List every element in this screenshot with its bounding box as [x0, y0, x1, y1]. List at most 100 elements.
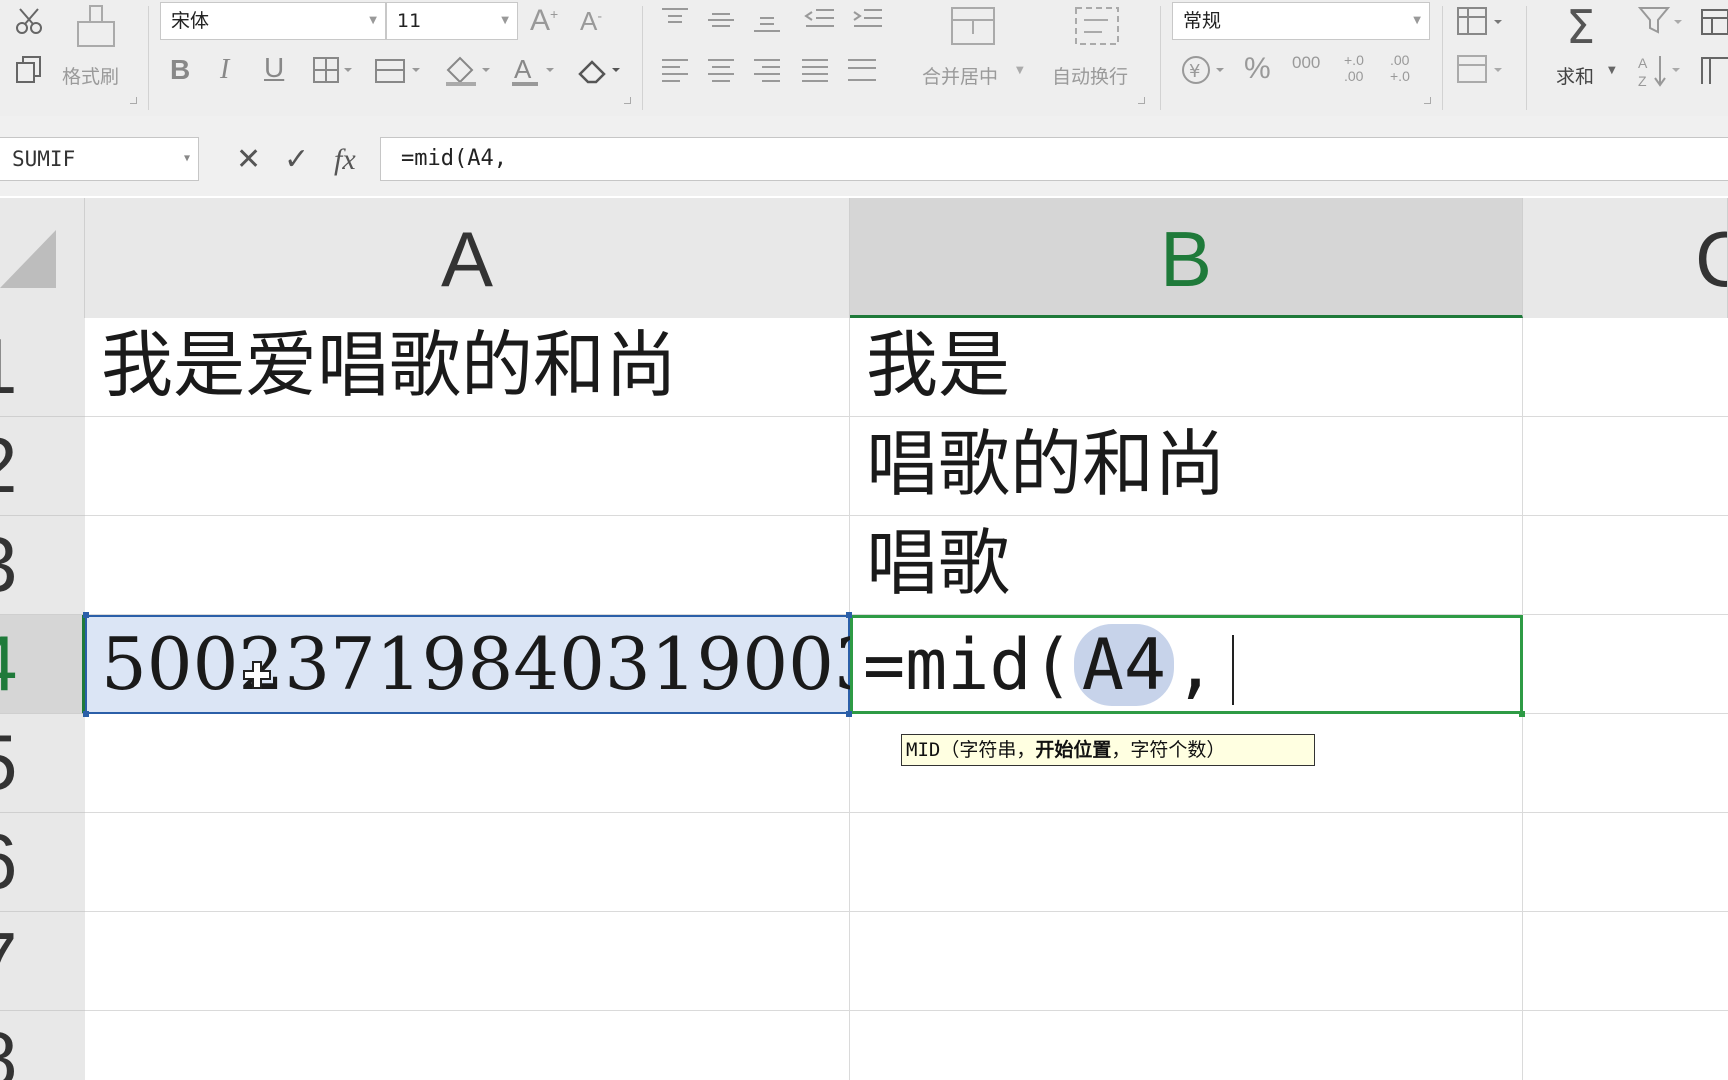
- sum-label[interactable]: 求和: [1556, 62, 1594, 89]
- merge-center-icon[interactable]: [950, 6, 996, 46]
- merge-center-label[interactable]: 合并居中: [922, 62, 998, 89]
- cut-icon[interactable]: [14, 6, 44, 36]
- cell-a1[interactable]: 我是爱唱歌的和尚: [85, 318, 850, 417]
- clipboard-group-launcher[interactable]: [130, 97, 137, 104]
- formula-input[interactable]: =mid(A4,: [380, 137, 1728, 181]
- increase-font-size-icon[interactable]: A+: [530, 6, 558, 36]
- freeze-panes-icon[interactable]: [1700, 56, 1728, 86]
- cell-b6[interactable]: [850, 813, 1523, 912]
- row-header-1[interactable]: 1: [0, 318, 85, 417]
- row-header-3[interactable]: 3: [0, 516, 85, 615]
- cell-a6[interactable]: [85, 813, 850, 912]
- align-top-icon[interactable]: [660, 6, 690, 32]
- percent-icon[interactable]: %: [1244, 54, 1271, 84]
- conditional-format-icon[interactable]: [1456, 6, 1508, 38]
- underline-icon[interactable]: U: [264, 54, 284, 82]
- cell-b1[interactable]: 我是: [850, 318, 1523, 417]
- select-all-corner[interactable]: [0, 198, 85, 318]
- font-group-launcher[interactable]: [624, 97, 631, 104]
- fill-color-icon[interactable]: [442, 54, 494, 88]
- row-header-6[interactable]: 6: [0, 813, 85, 912]
- cell-a7[interactable]: [85, 912, 850, 1011]
- currency-icon[interactable]: ¥: [1180, 54, 1230, 88]
- selection-handle[interactable]: [83, 711, 89, 717]
- borders-icon[interactable]: [312, 56, 354, 86]
- cell-c8[interactable]: [1523, 1011, 1728, 1080]
- number-group-launcher[interactable]: [1424, 97, 1431, 104]
- cell-a4[interactable]: 500237198403190032: [85, 615, 926, 714]
- insert-function-icon[interactable]: fx: [334, 140, 356, 180]
- cell-c3[interactable]: [1523, 516, 1728, 615]
- increase-indent-icon[interactable]: [852, 6, 884, 32]
- selection-handle[interactable]: [83, 612, 89, 618]
- sum-icon[interactable]: Σ: [1566, 4, 1595, 50]
- cell-a3[interactable]: [85, 516, 850, 615]
- format-painter-icon[interactable]: [74, 4, 120, 50]
- decrease-indent-icon[interactable]: [804, 6, 836, 32]
- chevron-down-icon[interactable]: ▼: [1608, 66, 1616, 76]
- selection-handle[interactable]: [846, 612, 852, 618]
- row-header-5[interactable]: 5: [0, 714, 85, 813]
- selection-handle[interactable]: [846, 711, 852, 717]
- align-left-icon[interactable]: [660, 56, 690, 84]
- cell-a5[interactable]: [85, 714, 850, 813]
- cell-a8[interactable]: [85, 1011, 850, 1080]
- cell-b2[interactable]: 唱歌的和尚: [850, 417, 1523, 516]
- increase-decimal-icon[interactable]: +.0 .00: [1344, 52, 1374, 84]
- font-color-icon[interactable]: A: [510, 54, 562, 88]
- wrap-text-label[interactable]: 自动换行: [1052, 62, 1128, 89]
- column-header-c[interactable]: C: [1523, 198, 1728, 318]
- cell-c2[interactable]: [1523, 417, 1728, 516]
- cell-b8[interactable]: [850, 1011, 1523, 1080]
- row-header-4[interactable]: 4: [0, 615, 85, 714]
- tooltip-arg-text[interactable]: ，字符个数）: [1111, 739, 1225, 761]
- number-format-select[interactable]: 常规 ▼: [1172, 2, 1430, 40]
- italic-icon[interactable]: I: [220, 56, 229, 84]
- decrease-decimal-icon[interactable]: .00 +.0: [1390, 52, 1420, 84]
- align-bottom-icon[interactable]: [752, 6, 782, 34]
- cell-a2[interactable]: [85, 417, 850, 516]
- column-header-b[interactable]: B: [850, 198, 1523, 318]
- confirm-icon[interactable]: ✓: [284, 140, 309, 180]
- cell-b3[interactable]: 唱歌: [850, 516, 1523, 615]
- cell-c4[interactable]: [1523, 615, 1728, 714]
- row-header-8[interactable]: 8: [0, 1011, 85, 1080]
- row-header-7[interactable]: 7: [0, 912, 85, 1011]
- align-right-icon[interactable]: [752, 56, 782, 84]
- chevron-down-icon[interactable]: ▼: [1016, 66, 1024, 76]
- wrap-text-icon[interactable]: [1074, 6, 1120, 46]
- format-cells-icon[interactable]: [1700, 8, 1728, 38]
- font-name-select[interactable]: 宋体 ▼: [160, 2, 386, 40]
- cell-c5[interactable]: [1523, 714, 1728, 813]
- thousands-separator-icon[interactable]: 000: [1292, 54, 1320, 71]
- cell-c6[interactable]: [1523, 813, 1728, 912]
- sort-icon[interactable]: AZ: [1638, 54, 1684, 88]
- copy-icon[interactable]: [14, 54, 44, 84]
- cell-c7[interactable]: [1523, 912, 1728, 1011]
- table-style-icon[interactable]: [1456, 54, 1508, 86]
- chevron-down-icon[interactable]: ▼: [184, 138, 190, 180]
- tooltip-arg-text[interactable]: 字符串，: [959, 739, 1035, 761]
- row-header-2[interactable]: 2: [0, 417, 85, 516]
- distributed-align-icon[interactable]: [846, 56, 878, 84]
- align-middle-icon[interactable]: [706, 6, 736, 32]
- justify-icon[interactable]: [800, 56, 830, 84]
- cell-style-icon[interactable]: [374, 56, 424, 86]
- svg-text:¥: ¥: [1189, 61, 1200, 82]
- cancel-icon[interactable]: ✕: [236, 140, 261, 180]
- fill-handle[interactable]: [1519, 711, 1525, 717]
- name-box[interactable]: SUMIF ▼: [0, 137, 199, 181]
- bold-icon[interactable]: B: [170, 56, 190, 84]
- tooltip-current-arg[interactable]: 开始位置: [1035, 739, 1111, 761]
- cell-c1[interactable]: [1523, 318, 1728, 417]
- decrease-font-size-icon[interactable]: A-: [580, 8, 602, 34]
- cell-b7[interactable]: [850, 912, 1523, 1011]
- cell-b4-editor[interactable]: =mid(A4,: [850, 615, 1523, 714]
- filter-icon[interactable]: [1638, 6, 1684, 38]
- column-header-a[interactable]: A: [85, 198, 850, 318]
- font-size-select[interactable]: 11 ▼: [386, 2, 518, 40]
- clear-format-icon[interactable]: [576, 54, 626, 88]
- align-center-icon[interactable]: [706, 56, 736, 84]
- format-painter-label[interactable]: 格式刷: [62, 62, 119, 89]
- alignment-group-launcher[interactable]: [1138, 97, 1145, 104]
